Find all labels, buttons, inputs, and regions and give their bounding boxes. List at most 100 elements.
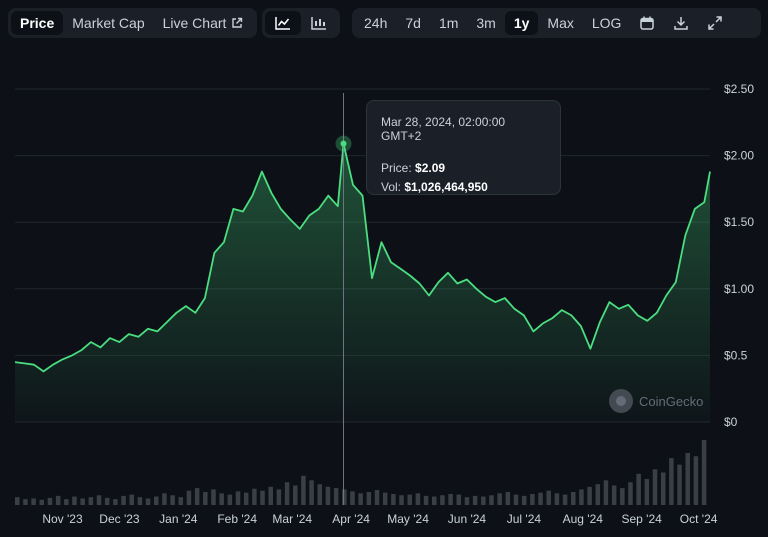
volume-bar bbox=[644, 479, 650, 505]
volume-bar bbox=[325, 486, 331, 505]
volume-bar bbox=[309, 480, 314, 505]
volume-bar bbox=[562, 494, 568, 505]
volume-bar bbox=[252, 488, 257, 505]
volume-bar bbox=[628, 482, 633, 505]
x-tick-label: Jan '24 bbox=[159, 512, 198, 526]
volume-bar bbox=[268, 486, 273, 505]
tab-live-chart[interactable]: Live Chart bbox=[154, 11, 253, 35]
candlestick-chart-button[interactable] bbox=[301, 11, 337, 35]
volume-bar bbox=[350, 491, 355, 505]
volume-bar bbox=[333, 488, 339, 505]
log-scale-toggle[interactable]: LOG bbox=[583, 11, 631, 35]
range-24h[interactable]: 24h bbox=[355, 11, 396, 35]
fullscreen-button[interactable] bbox=[698, 11, 732, 35]
y-tick-label: $1.50 bbox=[724, 215, 754, 229]
volume-bar bbox=[88, 497, 94, 505]
volume-bar bbox=[554, 493, 560, 505]
live-chart-label: Live Chart bbox=[162, 15, 227, 31]
coingecko-logo-icon bbox=[609, 389, 633, 413]
volume-bar bbox=[358, 493, 363, 505]
x-tick-label: Mar '24 bbox=[272, 512, 312, 526]
watermark-text: CoinGecko bbox=[639, 393, 704, 409]
range-1m[interactable]: 1m bbox=[430, 11, 467, 35]
y-tick-label: $2.50 bbox=[724, 82, 754, 96]
volume-bar bbox=[611, 485, 617, 505]
volume-bar bbox=[505, 492, 511, 505]
volume-bar bbox=[72, 496, 77, 505]
volume-bar bbox=[301, 475, 306, 505]
volume-bar bbox=[481, 496, 486, 505]
tooltip-vol-value: $1,026,464,950 bbox=[404, 180, 488, 194]
volume-bar bbox=[203, 492, 208, 505]
chart-type-switch bbox=[262, 8, 340, 38]
range-3m[interactable]: 3m bbox=[467, 11, 504, 35]
volume-bar bbox=[423, 495, 429, 505]
volume-bar bbox=[603, 480, 609, 505]
line-chart-button[interactable] bbox=[265, 11, 301, 35]
tooltip-vol-label: Vol: bbox=[381, 180, 402, 194]
volume-bar bbox=[64, 499, 69, 505]
y-axis: $2.50 $2.00 $1.50 $1.00 $0.5 $0 bbox=[724, 82, 754, 429]
volume-bar bbox=[96, 495, 102, 505]
x-tick-label: Apr '24 bbox=[332, 512, 370, 526]
volume-bar bbox=[530, 493, 535, 505]
candlestick-chart-icon bbox=[311, 16, 327, 30]
volume-bar bbox=[39, 499, 45, 505]
range-1y[interactable]: 1y bbox=[504, 11, 539, 35]
volume-bar bbox=[154, 496, 159, 505]
download-button[interactable] bbox=[664, 11, 698, 35]
hover-tooltip: Mar 28, 2024, 02:00:00 GMT+2 Price: $2.0… bbox=[366, 100, 561, 195]
volume-bar bbox=[677, 464, 682, 505]
y-tick-label: $0 bbox=[724, 415, 738, 429]
volume-bar bbox=[456, 494, 462, 505]
volume-bar bbox=[382, 492, 388, 505]
volume-bar bbox=[693, 456, 699, 505]
tab-market-cap[interactable]: Market Cap bbox=[63, 11, 153, 35]
calendar-button[interactable] bbox=[630, 11, 664, 35]
volume-bar bbox=[538, 492, 543, 505]
volume-bar bbox=[521, 495, 527, 505]
volume-bar bbox=[652, 469, 658, 505]
volume-bar bbox=[571, 492, 576, 505]
volume-bar bbox=[227, 494, 233, 505]
volume-bar bbox=[104, 497, 110, 505]
y-tick-label: $0.5 bbox=[724, 348, 748, 362]
tab-price[interactable]: Price bbox=[11, 11, 64, 35]
x-tick-label: Aug '24 bbox=[563, 512, 604, 526]
volume-bar bbox=[399, 495, 404, 505]
x-tick-label: May '24 bbox=[387, 512, 429, 526]
volume-bar bbox=[23, 499, 28, 505]
volume-bar bbox=[211, 489, 216, 505]
x-tick-label: Sep '24 bbox=[621, 512, 662, 526]
volume-bar bbox=[178, 497, 184, 505]
volume-bar bbox=[219, 493, 224, 505]
volume-bar bbox=[186, 490, 192, 505]
volume-bar bbox=[260, 490, 265, 505]
price-chart[interactable]: $2.50 $2.00 $1.50 $1.00 $0.5 $0 Nov '23 Dec '2… bbox=[0, 0, 768, 537]
y-tick-label: $1.00 bbox=[724, 282, 754, 296]
volume-bar bbox=[587, 486, 592, 505]
chart-toolbar: Price Market Cap Live Chart 24h 7d 1m 3m… bbox=[0, 0, 768, 46]
volume-bar bbox=[448, 493, 453, 505]
volume-bar bbox=[415, 493, 421, 505]
volume-bar bbox=[440, 495, 445, 505]
volume-bar bbox=[391, 493, 396, 505]
tooltip-price-value: $2.09 bbox=[415, 161, 446, 175]
time-range-selector: 24h 7d 1m 3m 1y Max LOG bbox=[352, 8, 761, 38]
volume-bar bbox=[342, 489, 347, 505]
volume-bar bbox=[55, 495, 61, 505]
range-max[interactable]: Max bbox=[538, 11, 582, 35]
volume-bar bbox=[685, 453, 690, 505]
tooltip-price-label: Price: bbox=[381, 161, 412, 175]
volume-bar bbox=[497, 493, 502, 505]
volume-bar bbox=[284, 482, 290, 505]
volume-bar bbox=[432, 496, 437, 505]
volume-bar bbox=[489, 495, 494, 505]
volume-bar bbox=[235, 491, 241, 505]
price-area bbox=[15, 143, 710, 422]
tooltip-date: Mar 28, 2024, 02:00:00 GMT+2 bbox=[381, 115, 506, 143]
volume-bar bbox=[472, 495, 478, 505]
volume-bar bbox=[276, 489, 282, 505]
range-7d[interactable]: 7d bbox=[396, 11, 430, 35]
volume-bar bbox=[145, 498, 151, 505]
